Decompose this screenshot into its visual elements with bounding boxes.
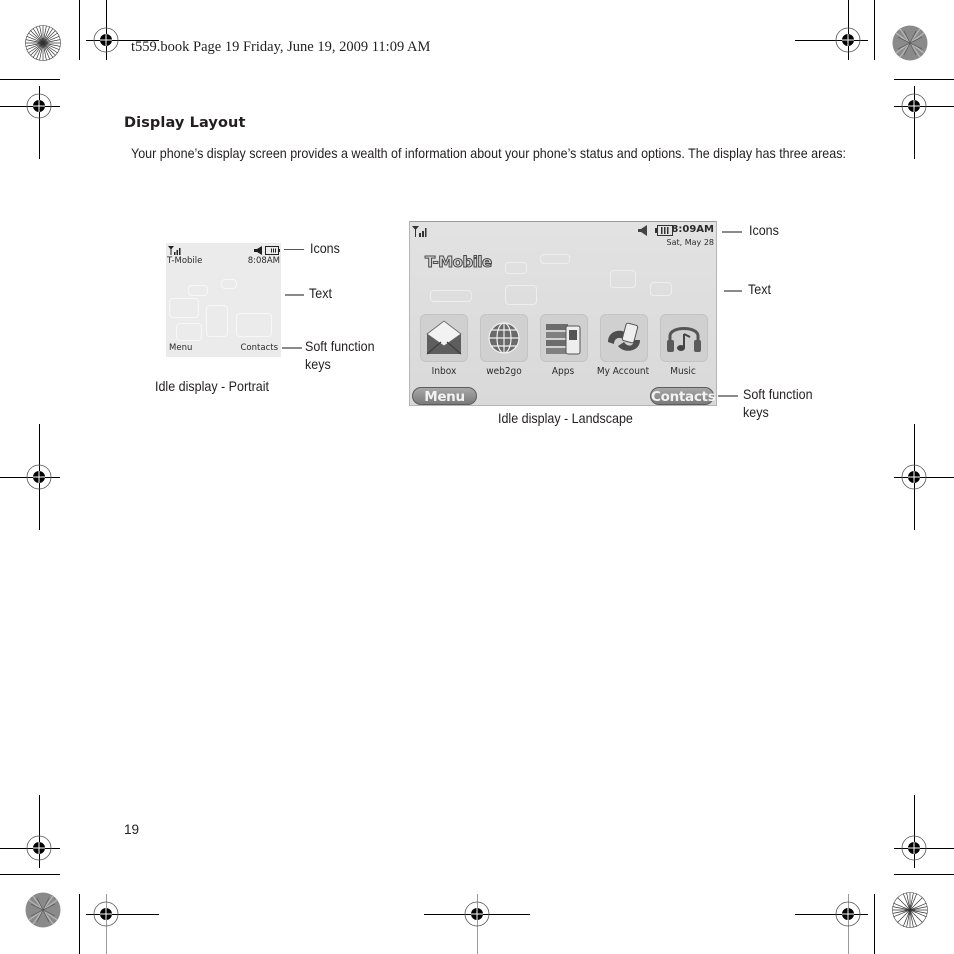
- background-pattern: [188, 285, 208, 296]
- callout-leader: [282, 347, 302, 349]
- registration-mark: [93, 901, 119, 927]
- callout-soft-function-keys: Soft function keys: [305, 339, 375, 372]
- callout-leader: [284, 249, 304, 250]
- background-pattern: [221, 279, 237, 289]
- callout-leader: [722, 231, 742, 233]
- registration-mark: [26, 93, 52, 119]
- shortcut-inbox[interactable]: [420, 314, 468, 362]
- portrait-caption: Idle display - Portrait: [155, 379, 269, 394]
- speaker-icon: [254, 246, 262, 255]
- callout-icons: Icons: [310, 241, 340, 256]
- background-pattern: [540, 254, 570, 264]
- page-number: 19: [124, 822, 140, 837]
- callout-text: Text: [748, 282, 771, 297]
- background-pattern: [176, 323, 202, 341]
- right-softkey-contacts[interactable]: Contacts: [241, 343, 279, 353]
- shortcut-apps[interactable]: [540, 314, 588, 362]
- callout-soft-function-keys: Soft function keys: [743, 387, 813, 420]
- crop-mark: [0, 874, 60, 875]
- shortcut-label: Music: [670, 366, 696, 377]
- shortcut-label: Inbox: [431, 366, 457, 377]
- background-pattern: [206, 305, 228, 337]
- background-pattern: [650, 282, 672, 296]
- clock-time: 8:08AM: [247, 256, 280, 266]
- battery-icon: [655, 225, 673, 236]
- registration-mark: [835, 901, 861, 927]
- registration-mark: [901, 835, 927, 861]
- signal-strength-icon: [168, 246, 181, 255]
- carrier-name: T-Mobile: [167, 256, 203, 266]
- crop-mark: [894, 79, 954, 80]
- section-body: Your phone’s display screen provides a w…: [131, 146, 846, 161]
- print-header: t559.book Page 19 Friday, June 19, 2009 …: [131, 39, 431, 55]
- background-pattern: [169, 298, 199, 318]
- background-pattern: [236, 313, 272, 337]
- callout-leader: [724, 290, 742, 292]
- registration-mark: [93, 27, 119, 53]
- shortcut-label: Apps: [551, 366, 575, 377]
- color-registration-starburst: [892, 892, 928, 928]
- landscape-caption: Idle display - Landscape: [498, 411, 633, 426]
- speaker-icon: [638, 225, 647, 236]
- registration-mark: [901, 93, 927, 119]
- shortcut-web2go[interactable]: [480, 314, 528, 362]
- crop-mark: [874, 0, 875, 60]
- apps-icon: [546, 324, 581, 355]
- battery-icon: [265, 246, 280, 255]
- crop-mark: [79, 894, 80, 954]
- signal-strength-icon: [412, 226, 427, 237]
- callout-leader: [718, 395, 738, 397]
- callout-text: Text: [309, 286, 332, 301]
- left-softkey-menu[interactable]: Menu: [412, 387, 477, 405]
- right-softkey-contacts[interactable]: Contacts: [650, 387, 716, 405]
- portrait-screen: T-Mobile 8:08AM Menu Contacts: [166, 243, 281, 357]
- shortcut-label: web2go: [486, 366, 522, 377]
- crop-mark: [874, 894, 875, 954]
- account-icon: [608, 322, 640, 351]
- registration-mark: [26, 464, 52, 490]
- callout-leader: [285, 294, 304, 296]
- color-registration-starburst: [892, 25, 928, 61]
- crop-mark: [894, 874, 954, 875]
- shortcut-music[interactable]: [660, 314, 708, 362]
- callout-icons: Icons: [749, 223, 779, 238]
- background-pattern: [505, 262, 527, 274]
- section-title: Display Layout: [124, 115, 246, 131]
- envelope-icon: [426, 320, 462, 355]
- headphones-icon: [667, 327, 701, 352]
- left-softkey-menu[interactable]: Menu: [169, 343, 192, 353]
- registration-mark: [26, 835, 52, 861]
- color-registration-starburst: [25, 892, 61, 928]
- color-registration-starburst: [25, 25, 61, 61]
- registration-mark: [464, 901, 490, 927]
- registration-mark: [835, 27, 861, 53]
- crop-mark: [0, 79, 60, 80]
- shortcut-my-account[interactable]: [600, 314, 648, 362]
- background-pattern: [430, 290, 472, 302]
- background-pattern: [610, 270, 636, 288]
- clock-time: 8:09AM: [671, 224, 714, 235]
- date-display: Sat, May 28: [666, 238, 714, 247]
- carrier-name: T-Mobile: [425, 253, 493, 272]
- shortcut-label: My Account: [596, 366, 650, 377]
- registration-mark: [901, 464, 927, 490]
- crop-mark: [79, 0, 80, 60]
- globe-icon: [488, 322, 520, 354]
- landscape-screen: 8:09AM Sat, May 28 T-Mobile Inbox web2go…: [409, 221, 717, 406]
- background-pattern: [505, 285, 537, 305]
